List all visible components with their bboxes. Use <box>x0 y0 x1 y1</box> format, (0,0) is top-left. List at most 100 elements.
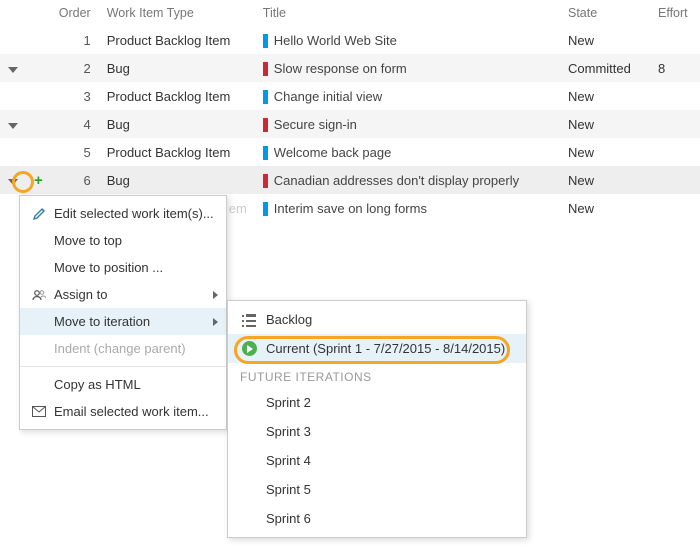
expand-caret-icon[interactable] <box>8 67 18 73</box>
submenu-item-label: Sprint 6 <box>266 511 311 526</box>
add-child-icon[interactable]: + <box>34 172 43 189</box>
cell-type: Bug <box>99 166 255 194</box>
submenu-future-header: FUTURE ITERATIONS <box>228 363 526 388</box>
menu-indent-label: Indent (change parent) <box>54 341 186 356</box>
title-text: Secure sign-in <box>274 117 357 132</box>
mail-icon <box>30 406 48 417</box>
cell-state: New <box>560 26 650 54</box>
menu-email-label: Email selected work item... <box>54 404 209 419</box>
cell-title[interactable]: Slow response on form <box>255 54 560 82</box>
color-bar-icon <box>263 146 268 160</box>
cell-title[interactable]: Interim save on long forms <box>255 194 560 222</box>
menu-email[interactable]: Email selected work item... <box>20 398 226 425</box>
cell-effort <box>650 138 700 166</box>
expand-caret-icon[interactable] <box>8 123 18 129</box>
cell-effort <box>650 26 700 54</box>
cell-order: 5 <box>51 138 99 166</box>
submenu-future-item[interactable]: Sprint 2 <box>228 388 526 417</box>
header-row: Order Work Item Type Title State Effort <box>0 0 700 26</box>
menu-edit[interactable]: Edit selected work item(s)... <box>20 200 226 227</box>
cell-type: Product Backlog Item <box>99 26 255 54</box>
cell-effort: 8 <box>650 54 700 82</box>
submenu-item-label: Sprint 5 <box>266 482 311 497</box>
submenu-future-item[interactable]: Sprint 5 <box>228 475 526 504</box>
people-icon <box>30 289 48 301</box>
iteration-submenu: Backlog Current (Sprint 1 - 7/27/2015 - … <box>227 300 527 538</box>
menu-copy-html-label: Copy as HTML <box>54 377 141 392</box>
table-row[interactable]: 3Product Backlog Item Change initial view… <box>0 82 700 110</box>
submenu-backlog[interactable]: Backlog <box>228 305 526 334</box>
cell-effort <box>650 82 700 110</box>
cell-type: Bug <box>99 110 255 138</box>
cell-state: New <box>560 166 650 194</box>
cell-state: New <box>560 138 650 166</box>
cell-title[interactable]: Hello World Web Site <box>255 26 560 54</box>
cell-title[interactable]: Change initial view <box>255 82 560 110</box>
cell-order: 3 <box>51 82 99 110</box>
title-text: Change initial view <box>274 89 382 104</box>
menu-move-position[interactable]: Move to position ... <box>20 254 226 281</box>
submenu-backlog-label: Backlog <box>266 312 312 327</box>
menu-move-top-label: Move to top <box>54 233 122 248</box>
cell-state: New <box>560 110 650 138</box>
cell-order: 6 <box>51 166 99 194</box>
title-text: Slow response on form <box>274 61 407 76</box>
submenu-future-item[interactable]: Sprint 3 <box>228 417 526 446</box>
menu-copy-html[interactable]: Copy as HTML <box>20 371 226 398</box>
menu-assign-to[interactable]: Assign to <box>20 281 226 308</box>
submenu-future-item[interactable]: Sprint 6 <box>228 504 526 533</box>
submenu-item-label: Sprint 2 <box>266 395 311 410</box>
table-row[interactable]: 5Product Backlog Item Welcome back page Ne… <box>0 138 700 166</box>
menu-move-iteration[interactable]: Move to iteration <box>20 308 226 335</box>
col-type[interactable]: Work Item Type <box>99 0 255 26</box>
cell-type: Product Backlog Item <box>99 82 255 110</box>
submenu-current[interactable]: Current (Sprint 1 - 7/27/2015 - 8/14/201… <box>228 334 526 363</box>
col-title[interactable]: Title <box>255 0 560 26</box>
cell-title[interactable]: Secure sign-in <box>255 110 560 138</box>
cell-state: New <box>560 194 650 222</box>
cell-effort <box>650 110 700 138</box>
title-text: Interim save on long forms <box>274 201 427 216</box>
cell-state: Committed <box>560 54 650 82</box>
context-menu: Edit selected work item(s)... Move to to… <box>19 195 227 430</box>
title-text: Welcome back page <box>274 145 392 160</box>
menu-move-top[interactable]: Move to top <box>20 227 226 254</box>
menu-indent: Indent (change parent) <box>20 335 226 362</box>
cell-type: Product Backlog Item <box>99 138 255 166</box>
submenu-future-item[interactable]: Sprint 4 <box>228 446 526 475</box>
cell-order: 4 <box>51 110 99 138</box>
menu-assign-label: Assign to <box>54 287 107 302</box>
menu-move-iteration-label: Move to iteration <box>54 314 150 329</box>
submenu-current-label: Current (Sprint 1 - 7/27/2015 - 8/14/201… <box>266 341 505 356</box>
play-circle-icon <box>240 341 258 356</box>
submenu-item-label: Sprint 4 <box>266 453 311 468</box>
col-state[interactable]: State <box>560 0 650 26</box>
color-bar-icon <box>263 62 268 76</box>
cell-effort <box>650 166 700 194</box>
title-text: Hello World Web Site <box>274 33 397 48</box>
table-row[interactable]: 1Product Backlog Item Hello World Web Sit… <box>0 26 700 54</box>
pencil-icon <box>30 207 48 220</box>
cell-title[interactable]: Welcome back page <box>255 138 560 166</box>
chevron-right-icon <box>213 318 218 326</box>
menu-move-position-label: Move to position ... <box>54 260 163 275</box>
color-bar-icon <box>263 174 268 188</box>
backlog-table: Order Work Item Type Title State Effort … <box>0 0 700 222</box>
chevron-right-icon <box>213 291 218 299</box>
cell-order: 1 <box>51 26 99 54</box>
col-order[interactable]: Order <box>51 0 99 26</box>
list-icon <box>240 314 258 326</box>
table-row[interactable]: +6BugCanadian addresses don't display pr… <box>0 166 700 194</box>
menu-separator <box>20 366 226 367</box>
col-effort[interactable]: Effort <box>650 0 700 26</box>
cell-type: Bug <box>99 54 255 82</box>
cell-state: New <box>560 82 650 110</box>
table-row[interactable]: 2Bug Slow response on form Committed8 <box>0 54 700 82</box>
cell-effort <box>650 194 700 222</box>
cell-title[interactable]: Canadian addresses don't display properl… <box>255 166 560 194</box>
cell-order: 2 <box>51 54 99 82</box>
menu-edit-label: Edit selected work item(s)... <box>54 206 214 221</box>
color-bar-icon <box>263 34 268 48</box>
table-row[interactable]: 4Bug Secure sign-in New <box>0 110 700 138</box>
highlight-ring-row-caret <box>12 171 34 193</box>
